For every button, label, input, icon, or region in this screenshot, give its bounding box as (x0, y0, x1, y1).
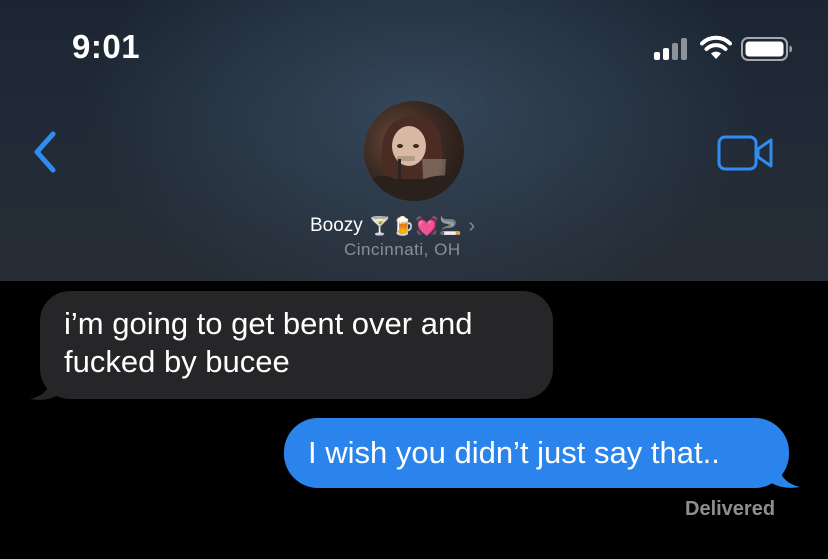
wifi-icon (700, 35, 732, 59)
message-text-line: fucked by bucee (64, 344, 290, 379)
contact-location: Cincinnati, OH (344, 240, 461, 259)
contact-avatar-photo (364, 115, 464, 201)
contact-name: Boozy (310, 215, 363, 236)
messages-screen: 9:01 Boozy 🍸🍺💓🚬 › Cincinnati, OH i’m goi… (0, 0, 828, 559)
back-chevron-icon[interactable] (30, 130, 60, 174)
contact-name-row[interactable]: Boozy 🍸🍺💓🚬 › (310, 212, 475, 240)
message-text: I wish you didn’t just say that.. (308, 435, 720, 470)
outgoing-message-bubble[interactable]: I wish you didn’t just say that.. (284, 418, 789, 488)
video-call-icon[interactable] (717, 135, 775, 171)
contact-emojis: 🍸🍺💓🚬 (368, 215, 463, 236)
contact-avatar[interactable] (364, 101, 464, 201)
conversation-header: 9:01 Boozy 🍸🍺💓🚬 › Cincinnati, OH (0, 0, 828, 281)
outgoing-bubble-tail (770, 460, 800, 488)
incoming-bubble-tail (30, 372, 60, 400)
battery-icon (741, 37, 792, 61)
chevron-right-icon: › (468, 214, 476, 237)
incoming-message-bubble[interactable]: i’m going to get bent over and fucked by… (40, 291, 553, 399)
message-text-line: i’m going to get bent over and (64, 306, 473, 341)
status-time: 9:01 (72, 28, 141, 65)
cellular-signal-icon (654, 36, 690, 60)
delivery-status: Delivered (685, 498, 776, 520)
